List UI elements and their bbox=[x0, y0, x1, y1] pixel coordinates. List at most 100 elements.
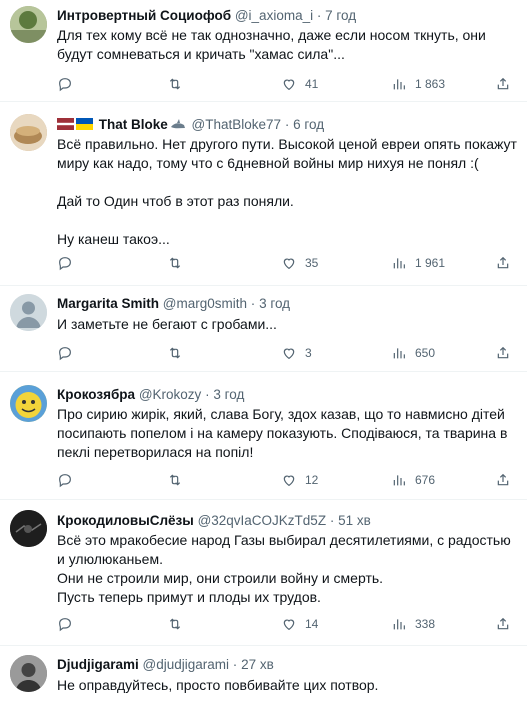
share-icon bbox=[497, 617, 509, 630]
separator-dot: · bbox=[316, 8, 322, 23]
author-handle[interactable]: @i_axioma_i bbox=[235, 8, 313, 23]
reply-button[interactable] bbox=[57, 254, 81, 272]
tweet-header: Djudjigarami @djudjigarami · 27 хв bbox=[57, 655, 519, 675]
views-icon bbox=[393, 619, 405, 630]
avatar[interactable] bbox=[10, 6, 47, 43]
author-handle[interactable]: @ThatBloke77 bbox=[192, 117, 282, 132]
heart-icon bbox=[283, 79, 295, 91]
timestamp[interactable]: 6 год bbox=[293, 117, 324, 132]
retweet-icon bbox=[169, 257, 181, 269]
author-name[interactable]: That Bloke bbox=[99, 117, 168, 132]
retweet-icon bbox=[169, 474, 181, 486]
views-button[interactable]: 650 bbox=[391, 344, 435, 362]
avatar[interactable] bbox=[10, 655, 47, 692]
tweet-text: Всё это мракобесие народ Газы выбирал де… bbox=[57, 532, 511, 605]
view-count: 1 863 bbox=[415, 77, 446, 91]
separator-dot: · bbox=[232, 657, 238, 672]
reply-icon bbox=[59, 618, 71, 632]
shark-icon bbox=[170, 117, 186, 137]
tweet-header: КрокодиловыСлёзы @32qvIaCOJKzTd5Z · 51 х… bbox=[57, 511, 519, 531]
tweet-header: Интровертный Социофоб @i_axioma_i · 7 го… bbox=[57, 6, 519, 26]
tweet-actions: 35 1 961 bbox=[57, 254, 527, 272]
views-button[interactable]: 338 bbox=[391, 615, 435, 633]
tweet[interactable]: Djudjigarami @djudjigarami · 27 хв Не оп… bbox=[0, 646, 527, 704]
separator-dot: · bbox=[329, 513, 335, 528]
reply-icon bbox=[59, 78, 71, 92]
views-button[interactable]: 676 bbox=[391, 471, 435, 489]
like-count: 35 bbox=[305, 256, 319, 270]
like-button[interactable]: 41 bbox=[281, 75, 318, 93]
author-name[interactable]: Margarita Smith bbox=[57, 296, 159, 311]
heart-icon bbox=[283, 475, 295, 487]
view-count: 1 961 bbox=[415, 256, 446, 270]
retweet-icon bbox=[169, 347, 181, 359]
author-handle[interactable]: @32qvIaCOJKzTd5Z bbox=[198, 513, 327, 528]
tweet-text: И заметьте не бегают с гробами... bbox=[57, 316, 277, 332]
reply-icon bbox=[59, 474, 71, 488]
retweet-button[interactable] bbox=[167, 471, 191, 489]
reply-icon bbox=[59, 347, 71, 361]
tweet[interactable]: Крокозябра @Krokozy · 3 год Про сирию жи… bbox=[0, 372, 527, 500]
timestamp[interactable]: 7 год bbox=[325, 8, 356, 23]
tweet[interactable]: Интровертный Социофоб @i_axioma_i · 7 го… bbox=[0, 0, 527, 102]
retweet-button[interactable] bbox=[167, 254, 191, 272]
like-button[interactable]: 12 bbox=[281, 471, 318, 489]
reply-button[interactable] bbox=[57, 344, 81, 362]
timestamp[interactable]: 51 хв bbox=[338, 513, 371, 528]
avatar[interactable] bbox=[10, 510, 47, 547]
timestamp[interactable]: 27 хв bbox=[241, 657, 274, 672]
views-icon bbox=[393, 258, 405, 269]
retweet-button[interactable] bbox=[167, 615, 191, 633]
share-button[interactable] bbox=[495, 615, 519, 633]
views-button[interactable]: 1 961 bbox=[391, 254, 445, 272]
tweet[interactable]: Margarita Smith @marg0smith · 3 год И за… bbox=[0, 286, 527, 372]
author-handle[interactable]: @marg0smith bbox=[163, 296, 247, 311]
share-button[interactable] bbox=[495, 344, 519, 362]
timestamp[interactable]: 3 год bbox=[259, 296, 290, 311]
view-count: 676 bbox=[415, 473, 436, 487]
reply-button[interactable] bbox=[57, 615, 81, 633]
latvia-flag-icon bbox=[57, 116, 74, 130]
retweet-button[interactable] bbox=[167, 344, 191, 362]
author-name[interactable]: КрокодиловыСлёзы bbox=[57, 513, 194, 528]
author-name[interactable]: Интровертный Социофоб bbox=[57, 8, 231, 23]
author-handle[interactable]: @djudjigarami bbox=[143, 657, 230, 672]
tweet-text: Для тех кому всё не так однозначно, даже… bbox=[57, 27, 486, 62]
reply-button[interactable] bbox=[57, 471, 81, 489]
like-button[interactable]: 14 bbox=[281, 615, 318, 633]
share-button[interactable] bbox=[495, 254, 519, 272]
share-icon bbox=[497, 473, 509, 486]
tweet-text: Не оправдуйтесь, просто повбивайте цих п… bbox=[57, 677, 379, 693]
author-name[interactable]: Крокозябра bbox=[57, 387, 135, 402]
timestamp[interactable]: 3 год bbox=[213, 387, 244, 402]
like-count: 14 bbox=[305, 617, 319, 631]
share-icon bbox=[497, 256, 509, 269]
ukraine-flag-icon bbox=[76, 116, 93, 130]
views-button[interactable]: 1 863 bbox=[391, 75, 445, 93]
tweet-header: Крокозябра @Krokozy · 3 год bbox=[57, 385, 519, 405]
share-button[interactable] bbox=[495, 75, 519, 93]
share-button[interactable] bbox=[495, 471, 519, 489]
avatar[interactable] bbox=[10, 114, 47, 151]
like-button[interactable]: 35 bbox=[281, 254, 318, 272]
reply-button[interactable] bbox=[57, 75, 81, 93]
like-count: 12 bbox=[305, 473, 319, 487]
retweet-button[interactable] bbox=[167, 75, 191, 93]
share-icon bbox=[497, 77, 509, 90]
share-icon bbox=[497, 346, 509, 359]
tweet[interactable]: КрокодиловыСлёзы @32qvIaCOJKzTd5Z · 51 х… bbox=[0, 500, 527, 646]
avatar[interactable] bbox=[10, 294, 47, 331]
reply-icon bbox=[59, 257, 71, 271]
tweet[interactable]: That Bloke @ThatBloke77 · 6 год Всё прав… bbox=[0, 102, 527, 286]
view-count: 338 bbox=[415, 617, 436, 631]
author-name[interactable]: Djudjigarami bbox=[57, 657, 139, 672]
tweet-actions: 12 676 bbox=[57, 471, 527, 489]
views-icon bbox=[393, 79, 405, 90]
heart-icon bbox=[283, 348, 295, 360]
like-button[interactable]: 3 bbox=[281, 344, 312, 362]
author-handle[interactable]: @Krokozy bbox=[139, 387, 201, 402]
tweet-actions: 41 1 863 bbox=[57, 75, 527, 93]
avatar[interactable] bbox=[10, 385, 47, 422]
view-count: 650 bbox=[415, 346, 436, 360]
separator-dot: · bbox=[284, 117, 290, 132]
